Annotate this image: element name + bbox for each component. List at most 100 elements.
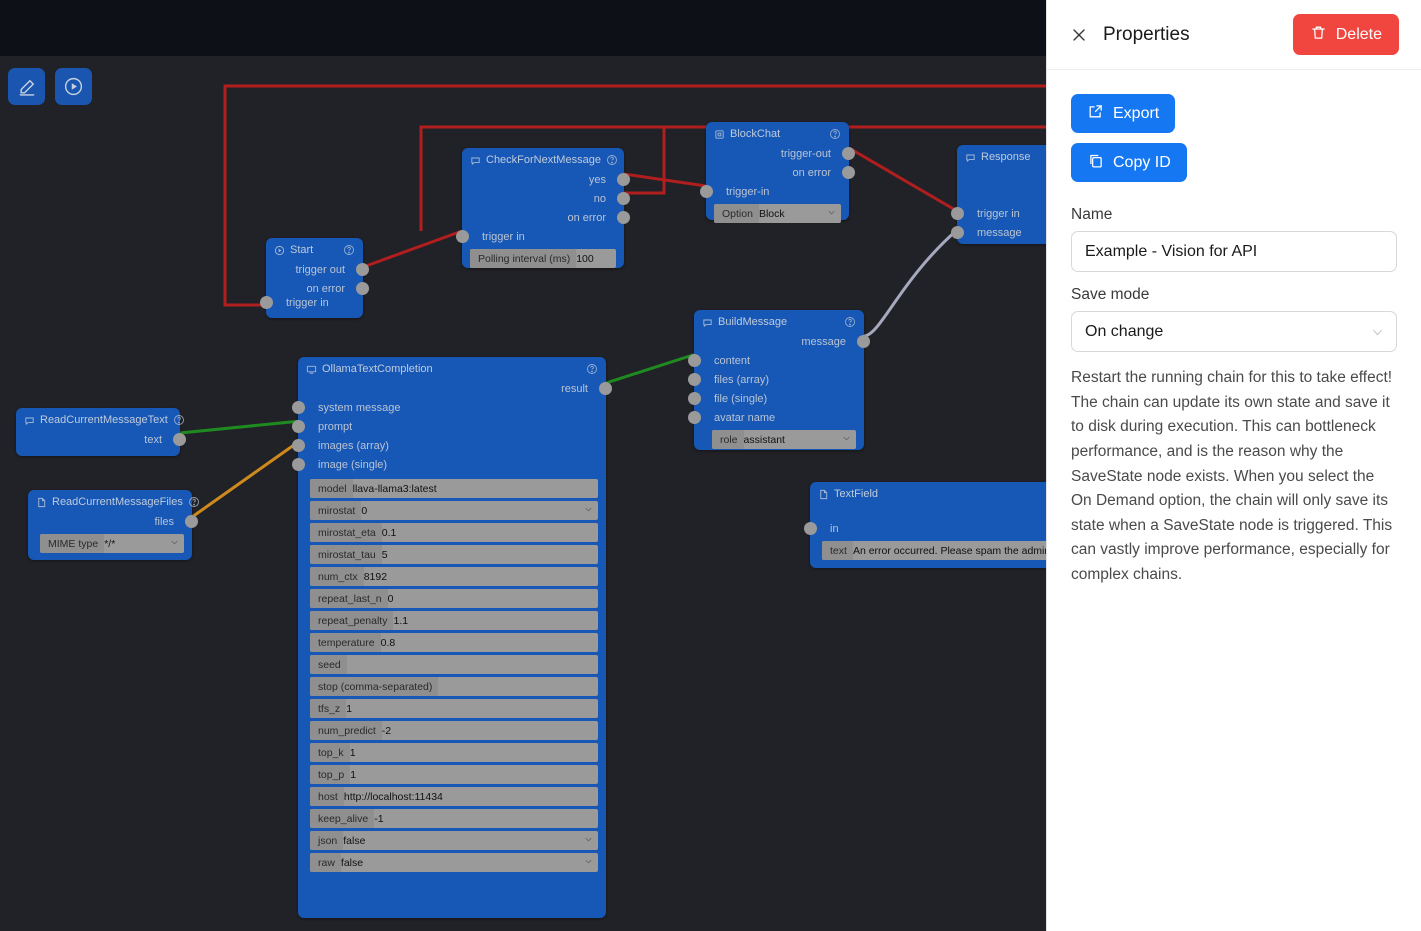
port-dot[interactable] <box>617 211 630 224</box>
port-dot[interactable] <box>260 296 273 309</box>
field-blockchat-option[interactable]: Option Block <box>714 204 841 223</box>
port-label: file (single) <box>714 392 768 405</box>
port-response-message[interactable]: message <box>951 223 1046 242</box>
port-ollama-prompt[interactable]: prompt <box>292 417 606 436</box>
field-temperature[interactable]: temperature 0.8 <box>310 633 598 652</box>
port-start-trigger-out[interactable]: trigger out <box>266 260 369 279</box>
port-dot[interactable] <box>804 522 817 535</box>
field-value: 8192 <box>363 570 388 583</box>
port-check-on-error[interactable]: on error <box>462 208 630 227</box>
port-dot[interactable] <box>599 382 612 395</box>
save-mode-select[interactable]: On change <box>1071 311 1397 352</box>
delete-button[interactable]: Delete <box>1292 14 1399 55</box>
port-dot[interactable] <box>688 354 701 367</box>
port-check-yes[interactable]: yes <box>462 170 630 189</box>
field-mirostat-tau[interactable]: mirostat_tau 5 <box>310 545 598 564</box>
help-icon[interactable] <box>173 414 185 426</box>
port-check-trigger-in[interactable]: trigger in <box>456 227 624 246</box>
port-dot[interactable] <box>688 411 701 424</box>
field-tfs-z[interactable]: tfs_z 1 <box>310 699 598 718</box>
help-icon[interactable] <box>829 128 841 140</box>
port-dot[interactable] <box>842 166 855 179</box>
field-top-p[interactable]: top_p 1 <box>310 765 598 784</box>
node-check-for-next-message[interactable]: CheckForNextMessage yes no on error trig… <box>456 148 630 268</box>
field-mirostat-eta[interactable]: mirostat_eta 0.1 <box>310 523 598 542</box>
field-raw[interactable]: raw false <box>310 853 598 872</box>
edit-mode-button[interactable] <box>8 68 45 105</box>
port-buildmessage-files-array[interactable]: files (array) <box>688 370 864 389</box>
port-ollama-system-message[interactable]: system message <box>292 398 606 417</box>
port-response-trigger-in[interactable]: trigger in <box>951 204 1046 223</box>
port-dot[interactable] <box>292 401 305 414</box>
port-dot[interactable] <box>700 185 713 198</box>
node-start[interactable]: Start trigger out on error trigger in <box>260 238 369 318</box>
port-blockchat-on-error[interactable]: on error <box>706 163 855 182</box>
port-blockchat-trigger-out[interactable]: trigger-out <box>706 144 855 163</box>
port-dot[interactable] <box>292 420 305 433</box>
field-mirostat[interactable]: mirostat 0 <box>310 501 598 520</box>
field-polling-interval[interactable]: Polling interval (ms) 100 <box>470 249 616 268</box>
field-json[interactable]: json false <box>310 831 598 850</box>
port-buildmessage-message[interactable]: message <box>694 332 870 351</box>
name-input[interactable] <box>1071 231 1397 272</box>
copy-id-button[interactable]: Copy ID <box>1071 143 1187 182</box>
port-ollama-images-array[interactable]: images (array) <box>292 436 606 455</box>
port-dot[interactable] <box>617 192 630 205</box>
port-dot[interactable] <box>356 263 369 276</box>
port-start-trigger-in[interactable]: trigger in <box>260 293 363 312</box>
field-num-predict[interactable]: num_predict -2 <box>310 721 598 740</box>
node-response[interactable]: Response trigger in message <box>951 145 1046 244</box>
port-dot[interactable] <box>617 173 630 186</box>
port-dot[interactable] <box>842 147 855 160</box>
node-ollama-text-completion[interactable]: OllamaTextCompletion result system messa… <box>292 357 612 918</box>
port-readtext-text[interactable]: text <box>16 430 186 449</box>
run-chain-button[interactable] <box>55 68 92 105</box>
node-build-message[interactable]: BuildMessage message content files (arra… <box>688 310 870 450</box>
help-icon[interactable] <box>586 363 598 375</box>
port-dot[interactable] <box>688 392 701 405</box>
field-buildmessage-role[interactable]: role assistant <box>712 430 856 449</box>
port-buildmessage-content[interactable]: content <box>688 351 864 370</box>
field-top-k[interactable]: top_k 1 <box>310 743 598 762</box>
node-read-current-message-text[interactable]: ReadCurrentMessageText text <box>16 408 186 456</box>
field-repeat-penalty[interactable]: repeat_penalty 1.1 <box>310 611 598 630</box>
port-blockchat-trigger-in[interactable]: trigger-in <box>700 182 849 201</box>
help-icon[interactable] <box>343 244 355 256</box>
port-textfield-in[interactable]: in <box>804 519 1046 538</box>
port-readfiles-files[interactable]: files <box>28 512 198 531</box>
port-dot[interactable] <box>173 433 186 446</box>
field-textfield-text[interactable]: text An error occurred. Please spam the … <box>822 541 1046 560</box>
port-ollama-result[interactable]: result <box>298 379 612 398</box>
help-icon[interactable] <box>844 316 856 328</box>
node-text-field[interactable]: TextField in text An error occurred. Ple… <box>804 482 1046 568</box>
field-value: */* <box>104 537 116 550</box>
help-icon[interactable] <box>188 496 200 508</box>
edge-text-to-prompt <box>179 419 302 435</box>
port-ollama-image-single[interactable]: image (single) <box>292 455 606 474</box>
field-seed[interactable]: seed <box>310 655 598 674</box>
close-icon[interactable] <box>1069 25 1089 45</box>
field-keep-alive[interactable]: keep_alive -1 <box>310 809 598 828</box>
field-num-ctx[interactable]: num_ctx 8192 <box>310 567 598 586</box>
node-read-current-message-files[interactable]: ReadCurrentMessageFiles files MIME type … <box>28 490 199 560</box>
port-dot[interactable] <box>951 226 964 239</box>
field-model[interactable]: model llava-llama3:latest <box>310 479 598 498</box>
field-host[interactable]: host http://localhost:11434 <box>310 787 598 806</box>
field-readfiles-mime-type[interactable]: MIME type */* <box>40 534 184 553</box>
field-stop[interactable]: stop (comma-separated) <box>310 677 598 696</box>
port-dot[interactable] <box>185 515 198 528</box>
node-block-chat[interactable]: BlockChat trigger-out on error trigger-i… <box>700 122 855 223</box>
port-check-no[interactable]: no <box>462 189 630 208</box>
export-button[interactable]: Export <box>1071 94 1176 133</box>
port-dot[interactable] <box>857 335 870 348</box>
port-dot[interactable] <box>456 230 469 243</box>
port-dot[interactable] <box>688 373 701 386</box>
port-dot[interactable] <box>292 458 305 471</box>
help-icon[interactable] <box>606 154 618 166</box>
node-graph-canvas[interactable]: Start trigger out on error trigger in Ch… <box>0 0 1046 931</box>
port-dot[interactable] <box>951 207 964 220</box>
port-buildmessage-avatar-name[interactable]: avatar name <box>688 408 864 427</box>
port-buildmessage-file-single[interactable]: file (single) <box>688 389 864 408</box>
field-repeat-last-n[interactable]: repeat_last_n 0 <box>310 589 598 608</box>
port-dot[interactable] <box>292 439 305 452</box>
